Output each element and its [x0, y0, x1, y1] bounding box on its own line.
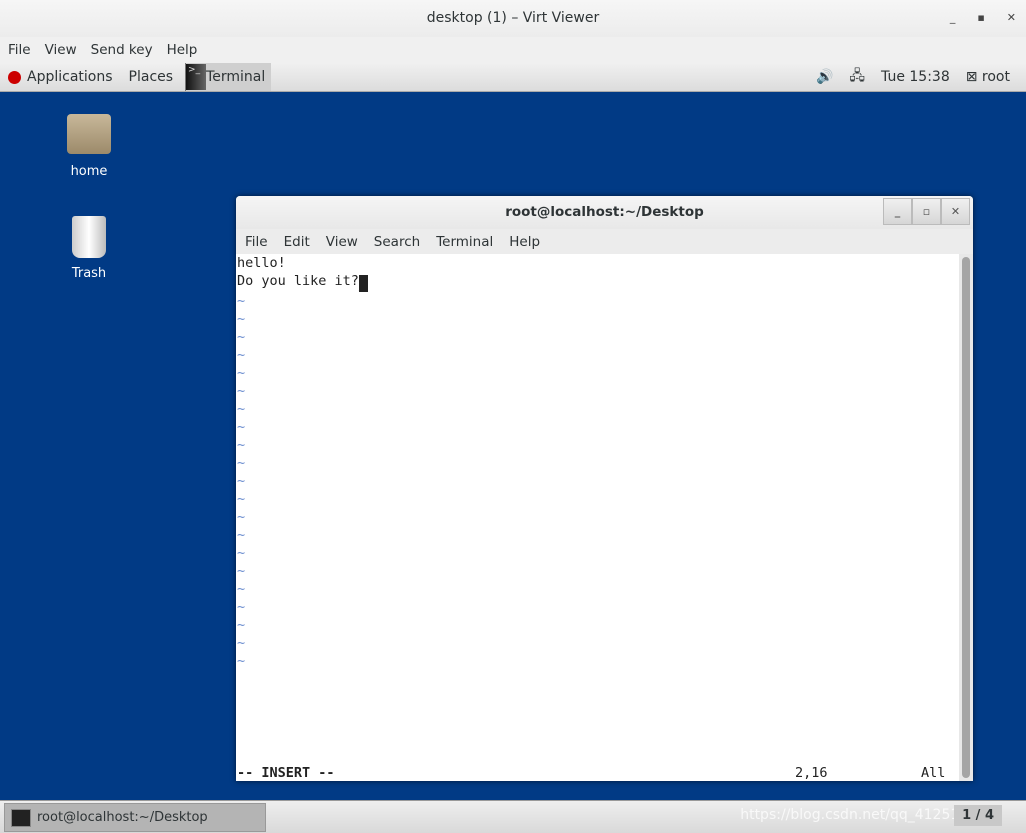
window-titlebar: desktop (1) – Virt Viewer _ ▪ ✕: [0, 0, 1026, 37]
menu-file[interactable]: File: [8, 42, 31, 58]
terminal-menu-file[interactable]: File: [245, 234, 268, 250]
empty-line-tilde: ~: [237, 635, 246, 651]
empty-line-tilde: ~: [237, 653, 246, 669]
cursor-position: 2,16: [795, 765, 828, 781]
text-cursor: _: [358, 275, 368, 292]
empty-line-tilde: ~: [237, 419, 246, 435]
terminal-menu-view[interactable]: View: [326, 234, 358, 250]
terminal-menu-search[interactable]: Search: [374, 234, 420, 250]
desktop-icon-home[interactable]: home: [49, 114, 129, 179]
menu-help[interactable]: Help: [167, 42, 198, 58]
applications-menu[interactable]: Applications: [0, 69, 121, 85]
empty-line-tilde: ~: [237, 365, 246, 381]
trash-icon: [72, 216, 106, 258]
terminal-titlebar: root@localhost:~/Desktop _ ▫ ✕: [236, 196, 973, 229]
bottom-panel: root@localhost:~/Desktop https://blog.cs…: [0, 800, 1026, 833]
terminal-content[interactable]: hello! Do you like it?_ ~ ~ ~ ~ ~ ~ ~ ~ ~ ~ ~ ~ ~ ~ ~ ~…: [237, 254, 959, 782]
terminal-icon: >_: [186, 64, 207, 90]
clock[interactable]: Tue 15:38: [881, 69, 950, 85]
vim-statusline: -- INSERT -- 2,16 All: [237, 764, 959, 782]
taskbar-window-terminal[interactable]: root@localhost:~/Desktop: [4, 803, 266, 832]
desktop-icon-trash[interactable]: Trash: [49, 216, 129, 281]
scroll-position: All: [921, 765, 946, 781]
trash-label: Trash: [71, 266, 107, 281]
places-menu[interactable]: Places: [121, 69, 186, 85]
terminal-title: root@localhost:~/Desktop: [505, 204, 704, 220]
empty-line-tilde: ~: [237, 455, 246, 471]
empty-line-tilde: ~: [237, 491, 246, 507]
text-line: Do you like it?: [237, 273, 359, 289]
empty-line-tilde: ~: [237, 527, 246, 543]
empty-line-tilde: ~: [237, 293, 246, 309]
text-line: hello!: [237, 255, 286, 271]
taskbar-window-label: root@localhost:~/Desktop: [37, 810, 208, 825]
network-icon[interactable]: 🖧: [849, 65, 865, 89]
empty-line-tilde: ~: [237, 347, 246, 363]
empty-line-tilde: ~: [237, 545, 246, 561]
terminal-menu-edit[interactable]: Edit: [284, 234, 310, 250]
applications-label: Applications: [27, 69, 113, 85]
terminal-menu-terminal[interactable]: Terminal: [436, 234, 493, 250]
empty-line-tilde: ~: [237, 311, 246, 327]
home-label: home: [70, 164, 108, 179]
scrollbar-thumb[interactable]: [962, 257, 970, 778]
redhat-icon: [8, 70, 21, 84]
terminal-close-button[interactable]: ✕: [941, 198, 970, 225]
taskbar-terminal[interactable]: >_ Terminal: [185, 63, 272, 91]
minimize-button[interactable]: _: [950, 0, 956, 36]
close-button[interactable]: ✕: [1007, 0, 1016, 36]
terminal-minimize-button[interactable]: _: [883, 198, 912, 225]
user-label: root: [981, 69, 1010, 85]
empty-line-tilde: ~: [237, 329, 246, 345]
vim-mode: -- INSERT --: [237, 765, 335, 781]
empty-line-tilde: ~: [237, 581, 246, 597]
terminal-maximize-button[interactable]: ▫: [912, 198, 941, 225]
top-panel: Applications Places >_ Terminal 🔊 🖧 Tue …: [0, 63, 1026, 92]
viewer-menubar: File View Send key Help: [0, 37, 1026, 63]
terminal-scrollbar[interactable]: [959, 254, 973, 781]
menu-view[interactable]: View: [45, 42, 77, 58]
terminal-menu-help[interactable]: Help: [509, 234, 540, 250]
window-title: desktop (1) – Virt Viewer: [426, 10, 600, 26]
empty-line-tilde: ~: [237, 509, 246, 525]
workspace-switcher[interactable]: 1 / 4: [954, 805, 1002, 826]
empty-line-tilde: ~: [237, 383, 246, 399]
empty-line-tilde: ~: [237, 563, 246, 579]
menu-send-key[interactable]: Send key: [91, 42, 153, 58]
terminal-window: root@localhost:~/Desktop _ ▫ ✕ File Edit…: [236, 196, 973, 781]
empty-line-tilde: ~: [237, 401, 246, 417]
empty-line-tilde: ~: [237, 437, 246, 453]
home-folder-icon: [67, 114, 111, 154]
empty-line-tilde: ~: [237, 473, 246, 489]
empty-line-tilde: ~: [237, 599, 246, 615]
speaker-icon[interactable]: 🔊: [816, 69, 833, 85]
watermark: https://blog.csdn.net/qq_41251046: [740, 807, 986, 823]
desktop: home Trash root@localhost:~/Desktop _ ▫ …: [0, 92, 1026, 800]
empty-line-tilde: ~: [237, 617, 246, 633]
maximize-button[interactable]: ▪: [977, 0, 984, 36]
task-label: Terminal: [206, 69, 266, 85]
user-menu[interactable]: ⊠ root: [966, 69, 1010, 85]
terminal-menubar: File Edit View Search Terminal Help: [236, 229, 973, 254]
terminal-icon: [11, 808, 31, 827]
